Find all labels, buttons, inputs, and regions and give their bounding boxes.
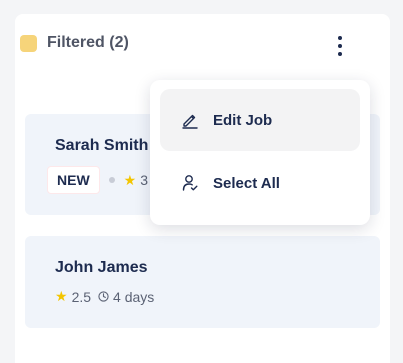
filter-color-swatch: [20, 34, 37, 52]
kebab-dot: [338, 44, 342, 48]
menu-item-edit-job[interactable]: Edit Job: [160, 89, 360, 151]
clock-icon: [98, 291, 109, 302]
menu-item-select-all[interactable]: Select All: [160, 152, 360, 214]
status-badge: NEW: [47, 166, 100, 194]
separator-dot: [108, 177, 115, 183]
kebab-dot: [338, 52, 342, 56]
card-meta: ★ 2.5 4 days: [55, 288, 154, 305]
duration-value: 4 days: [113, 288, 155, 305]
kebab-dot: [338, 36, 342, 40]
star-icon: ★: [55, 288, 68, 304]
more-options-icon[interactable]: [334, 36, 346, 56]
pencil-icon: [182, 114, 198, 129]
rating-value: 3: [140, 172, 149, 188]
options-menu: Edit Job Select All: [150, 80, 370, 225]
panel-header: Filtered (2): [20, 34, 129, 52]
rating-value: 2.5: [71, 288, 92, 305]
card-meta: NEW ★ 3: [47, 166, 149, 194]
menu-item-label: Select All: [213, 174, 280, 192]
user-check-icon: [182, 175, 198, 191]
job-card[interactable]: John James ★ 2.5 4 days: [25, 236, 380, 328]
star-icon: ★: [123, 171, 137, 188]
menu-item-label: Edit Job: [213, 111, 273, 129]
panel-title: Filtered (2): [47, 34, 129, 51]
candidate-name: Sarah Smith: [55, 137, 149, 154]
candidate-name: John James: [55, 259, 148, 276]
